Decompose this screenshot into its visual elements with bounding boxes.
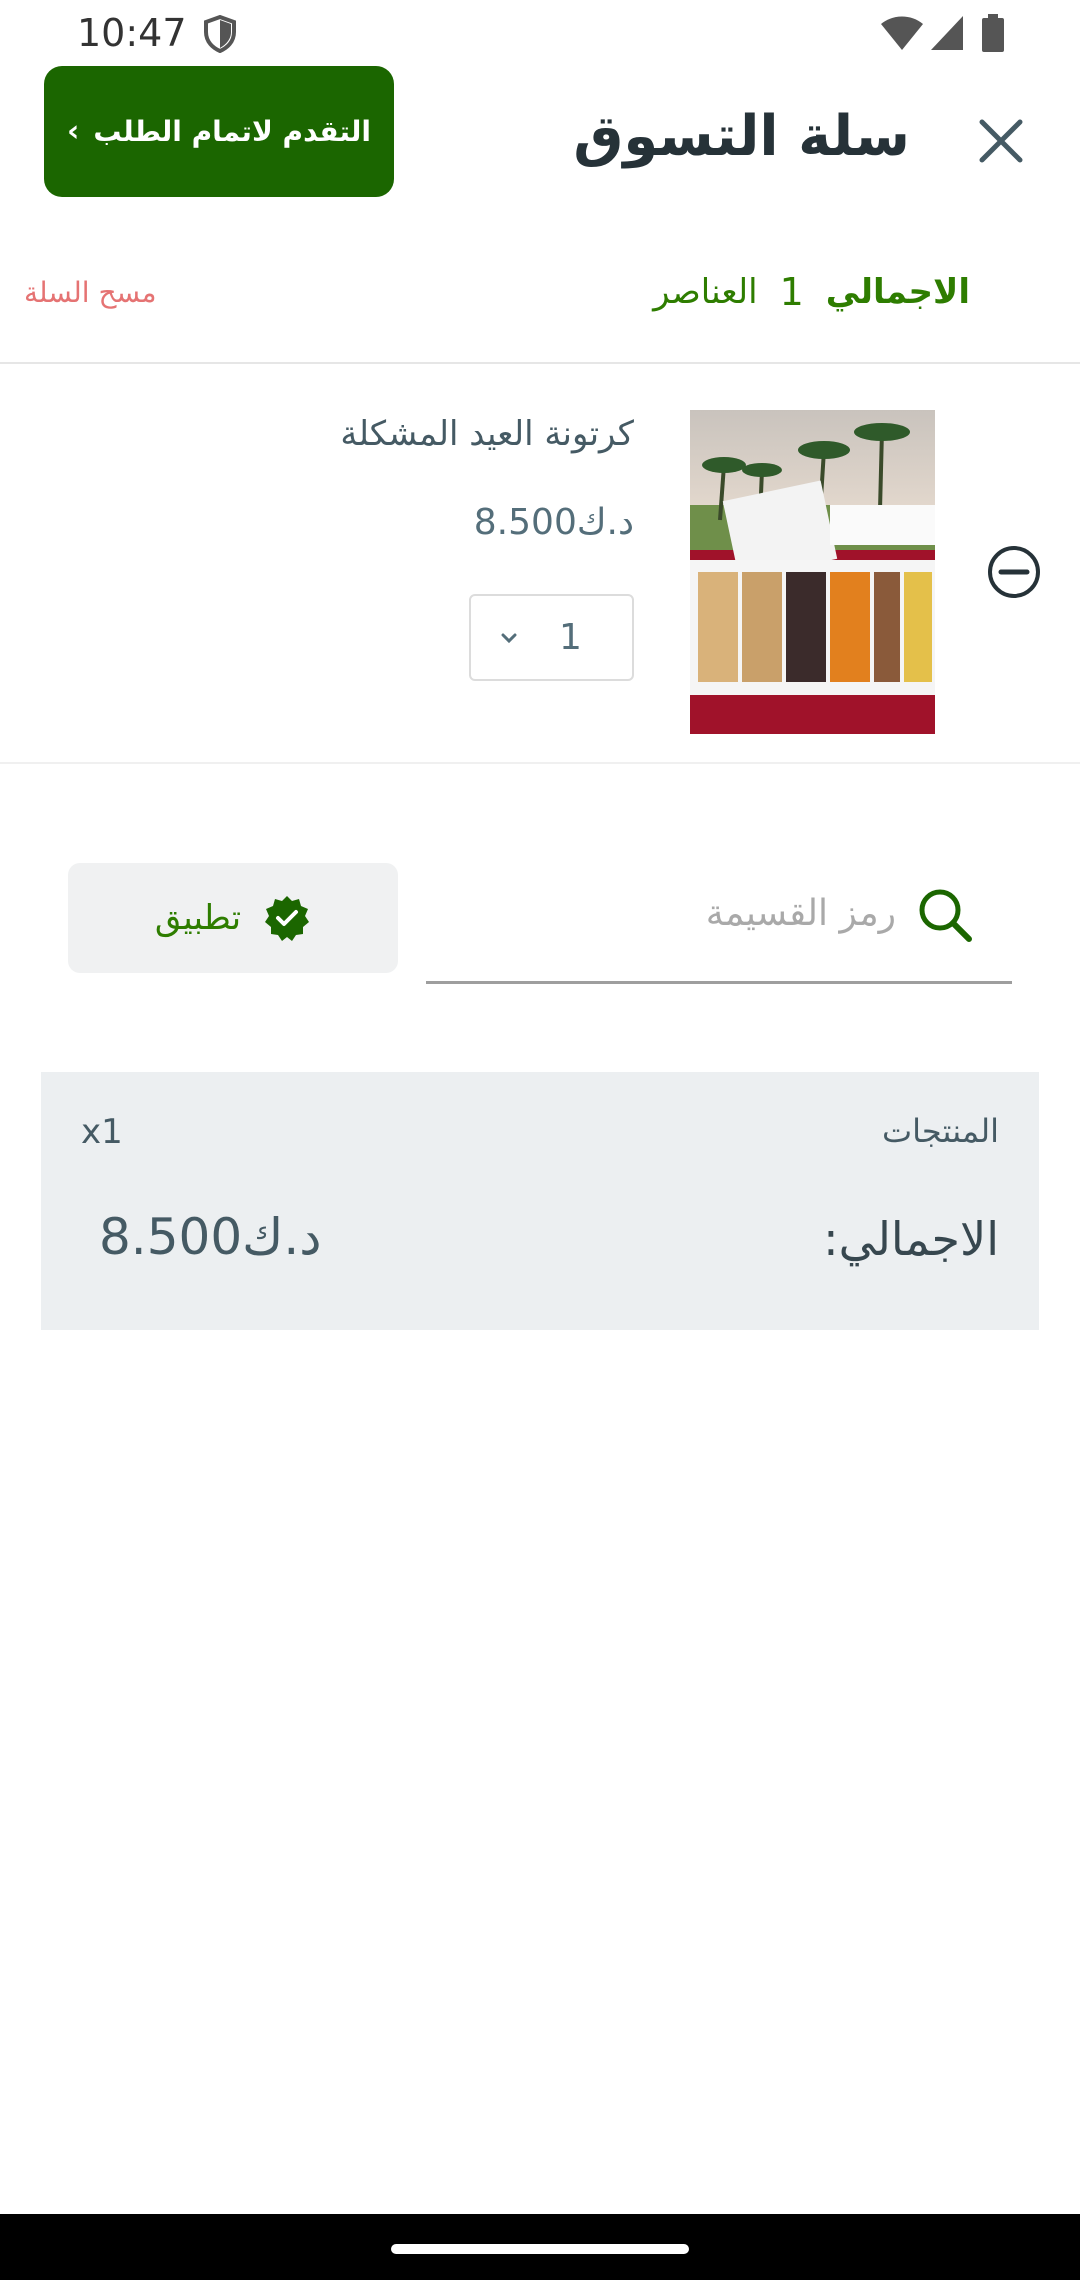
battery-icon: [982, 14, 1004, 52]
item-count: 1: [779, 270, 804, 314]
checkout-button[interactable]: ‹ التقدم لاتمام الطلب: [44, 66, 394, 197]
home-gesture-handle[interactable]: [391, 2244, 689, 2254]
quantity-select[interactable]: 1: [469, 594, 634, 681]
coupon-field: [426, 860, 1012, 984]
grand-total-value: 8.500د.ك: [99, 1208, 322, 1266]
search-icon[interactable]: [916, 886, 974, 944]
total-label: الاجمالي: [825, 272, 970, 312]
verified-check-icon: [265, 896, 310, 941]
system-nav-bar: [0, 2214, 1080, 2280]
cart-summary: الاجمالي 1 العناصر: [653, 262, 970, 322]
divider: [0, 762, 1080, 764]
remove-item-icon[interactable]: [986, 544, 1042, 600]
product-image[interactable]: [690, 410, 935, 734]
coupon-input[interactable]: [426, 878, 896, 948]
page-title: سلة التسوق: [573, 104, 910, 169]
divider: [0, 362, 1080, 364]
quantity-value: 1: [559, 617, 582, 658]
status-time: 10:47: [77, 11, 187, 55]
products-label: المنتجات: [882, 1112, 999, 1150]
products-count: x1: [81, 1112, 123, 1152]
product-price: 8.500د.ك: [473, 502, 634, 543]
status-bar: 10:47: [0, 0, 1080, 66]
clear-cart-link[interactable]: مسح السلة: [24, 276, 157, 309]
cellular-signal-icon: [931, 16, 963, 50]
chevron-left-icon: ‹: [67, 114, 80, 149]
apply-coupon-label: تطبيق: [154, 898, 242, 938]
product-name[interactable]: كرتونة العيد المشكلة: [340, 414, 634, 454]
shield-icon: [204, 15, 236, 53]
grand-total-label: الاجمالي:: [823, 1212, 999, 1266]
order-totals: المنتجات x1 الاجمالي: 8.500د.ك: [41, 1072, 1039, 1330]
checkout-button-label: التقدم لاتمام الطلب: [93, 115, 371, 148]
wifi-icon: [881, 16, 923, 50]
close-icon[interactable]: [978, 118, 1024, 164]
apply-coupon-button[interactable]: تطبيق: [68, 863, 398, 973]
chevron-down-icon: [501, 633, 517, 643]
items-label: العناصر: [653, 272, 758, 312]
